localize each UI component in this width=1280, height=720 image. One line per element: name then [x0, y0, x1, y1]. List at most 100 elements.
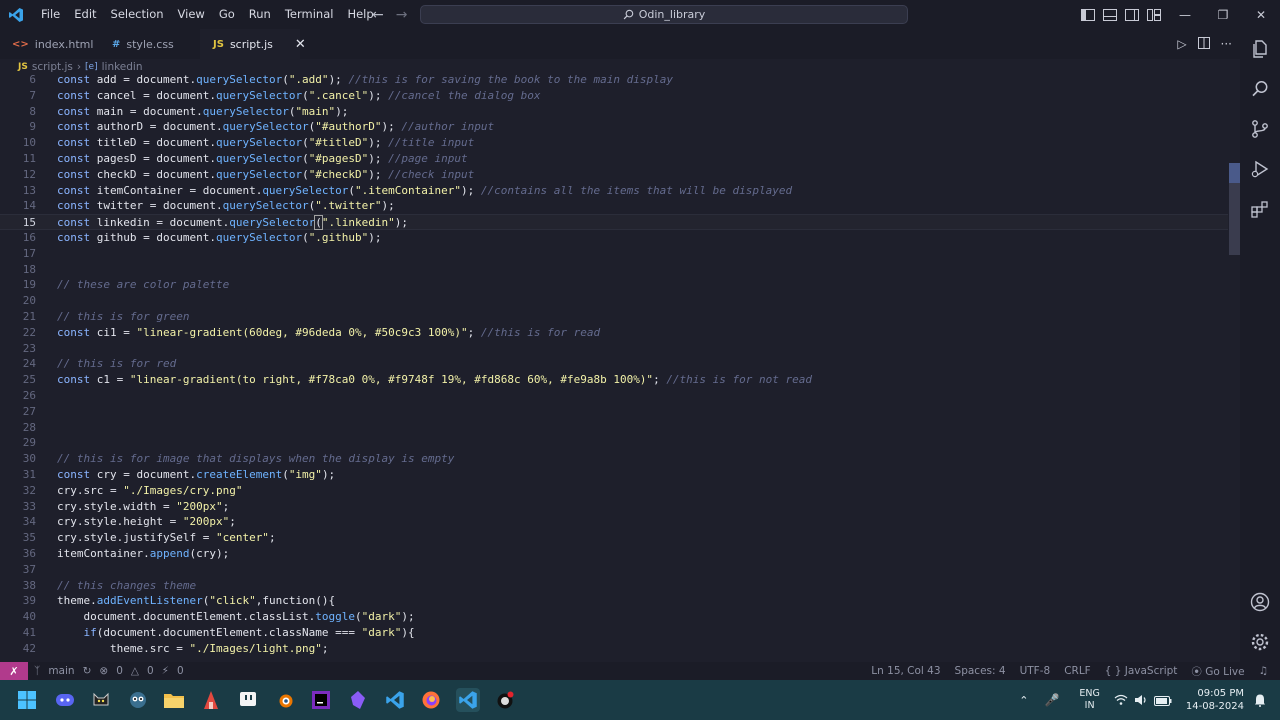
tab-script-js[interactable]: JS script.js ✕ [200, 29, 306, 59]
code-line[interactable]: 40 document.documentElement.classList.to… [0, 609, 1228, 625]
code-line[interactable]: 32 cry.src = "./Images/cry.png" [0, 483, 1228, 499]
settings-gear-icon[interactable] [1248, 630, 1272, 654]
explorer-icon[interactable] [1248, 37, 1272, 61]
toggle-panel-icon[interactable] [1102, 7, 1118, 23]
code-line[interactable]: 39 theme.addEventListener("click",functio… [0, 593, 1228, 609]
run-and-debug-icon[interactable] [1248, 157, 1272, 181]
code-line[interactable]: 14 const twitter = document.querySelector… [0, 198, 1228, 214]
menu-terminal[interactable]: Terminal [278, 0, 341, 29]
code-line[interactable]: 24 // this is for red [0, 356, 1228, 372]
command-center-search[interactable]: Odin_library [420, 5, 908, 24]
language-mode[interactable]: { } JavaScript [1105, 665, 1178, 677]
code-line[interactable]: 23 [0, 341, 1228, 357]
error-count[interactable]: 0 [116, 665, 123, 677]
code-line[interactable]: 6 const add = document.querySelector(".ad… [0, 73, 1228, 88]
menu-file[interactable]: File [34, 0, 67, 29]
code-editor[interactable]: 6 const add = document.querySelector(".ad… [0, 73, 1240, 662]
code-line[interactable]: 26 [0, 388, 1228, 404]
indentation[interactable]: Spaces: 4 [955, 665, 1006, 677]
discord-icon[interactable] [53, 688, 77, 712]
code-line[interactable]: 7 const cancel = document.querySelector("… [0, 88, 1228, 104]
code-line[interactable]: 15 const linkedin = document.querySelecto… [0, 214, 1228, 231]
code-line[interactable]: 8 const main = document.querySelector("ma… [0, 104, 1228, 120]
back-arrow-icon[interactable]: ← [372, 7, 384, 23]
code-line[interactable]: 17 [0, 246, 1228, 262]
obsidian-icon[interactable] [346, 688, 370, 712]
code-line[interactable]: 19 // these are color palette [0, 277, 1228, 293]
microphone-icon[interactable]: 🎤 [1044, 693, 1059, 707]
code-line[interactable]: 11 const pagesD = document.querySelector(… [0, 151, 1228, 167]
cursor-position[interactable]: Ln 15, Col 43 [871, 665, 940, 677]
windows-start-icon[interactable] [15, 688, 39, 712]
menu-selection[interactable]: Selection [104, 0, 171, 29]
more-actions-icon[interactable]: ··· [1221, 37, 1232, 51]
battery-icon[interactable] [1153, 691, 1172, 710]
clock[interactable]: 09:05 PM 14-08-2024 [1186, 687, 1244, 713]
wifi-icon[interactable] [1114, 691, 1128, 710]
encoding[interactable]: UTF-8 [1020, 665, 1051, 677]
branch-name[interactable]: main [48, 665, 74, 677]
tab-index-html[interactable]: <> index.html [0, 29, 96, 59]
chevron-up-icon[interactable]: ⌃ [1019, 694, 1028, 707]
code-line[interactable]: 31 const cry = document.createElement("im… [0, 467, 1228, 483]
search-icon[interactable] [1248, 77, 1272, 101]
code-line[interactable]: 41 if(document.documentElement.className… [0, 625, 1228, 641]
split-editor-icon[interactable] [1197, 36, 1210, 52]
code-line[interactable]: 21 // this is for green [0, 309, 1228, 325]
twitch-icon[interactable] [236, 688, 260, 712]
line-ending[interactable]: CRLF [1064, 665, 1091, 677]
firefox-icon[interactable] [419, 688, 443, 712]
vscode-taskbar-icon[interactable] [383, 688, 407, 712]
account-icon[interactable] [1248, 590, 1272, 614]
code-line[interactable]: 12 const checkD = document.querySelector(… [0, 167, 1228, 183]
code-line[interactable]: 28 [0, 420, 1228, 436]
code-line[interactable]: 27 [0, 404, 1228, 420]
tab-style-css[interactable]: # style.css [96, 29, 200, 59]
sync-icon[interactable]: ↻ [83, 665, 92, 677]
go-live-button[interactable]: ⦿ Go Live [1191, 664, 1244, 679]
code-line[interactable]: 34 cry.style.height = "200px"; [0, 514, 1228, 530]
run-icon[interactable]: ▷ [1177, 37, 1186, 51]
warning-count[interactable]: 0 [147, 665, 154, 677]
language-indicator[interactable]: ENG IN [1079, 688, 1099, 712]
jetbrains-icon[interactable] [309, 688, 333, 712]
code-line[interactable]: 9 const authorD = document.querySelector(… [0, 119, 1228, 135]
vscode-active-taskbar-icon[interactable] [456, 688, 480, 712]
breadcrumb-symbol[interactable]: linkedin [102, 61, 143, 73]
close-tab-icon[interactable]: ✕ [295, 37, 306, 52]
code-line[interactable]: 35 cry.style.justifySelf = "center"; [0, 530, 1228, 546]
code-line[interactable]: 33 cry.style.width = "200px"; [0, 499, 1228, 515]
customize-layout-icon[interactable] [1146, 7, 1162, 23]
menu-run[interactable]: Run [242, 0, 278, 29]
code-line[interactable]: 18 [0, 262, 1228, 278]
restore-icon[interactable]: ❐ [1204, 0, 1242, 29]
code-line[interactable]: 10 const titleD = document.querySelector(… [0, 135, 1228, 151]
remote-indicator-icon[interactable]: ✗ [0, 662, 28, 680]
code-line[interactable]: 30 // this is for image that displays whe… [0, 451, 1228, 467]
forward-arrow-icon[interactable]: → [396, 7, 408, 23]
code-line[interactable]: 13 const itemContainer = document.querySe… [0, 183, 1228, 199]
menu-go[interactable]: Go [212, 0, 242, 29]
menu-view[interactable]: View [171, 0, 212, 29]
github-desktop-icon[interactable] [493, 688, 517, 712]
code-line[interactable]: 38 // this changes theme [0, 578, 1228, 594]
notifications-bell-icon[interactable]: ♫ [1259, 665, 1268, 677]
code-line[interactable]: 25 const c1 = "linear-gradient(to right, … [0, 372, 1228, 388]
toggle-secondary-sidebar-icon[interactable] [1124, 7, 1140, 23]
breadcrumb-file[interactable]: script.js [32, 61, 73, 73]
code-line[interactable]: 36 itemContainer.append(cry); [0, 546, 1228, 562]
code-line[interactable]: 37 [0, 562, 1228, 578]
source-control-icon[interactable] [1248, 117, 1272, 141]
code-line[interactable]: 22 const ci1 = "linear-gradient(60deg, #9… [0, 325, 1228, 341]
extensions-icon[interactable] [1248, 197, 1272, 221]
menu-edit[interactable]: Edit [67, 0, 103, 29]
red-app-icon[interactable] [199, 688, 223, 712]
notification-bell-icon[interactable] [1254, 692, 1266, 711]
close-icon[interactable]: ✕ [1242, 0, 1280, 29]
ports-count[interactable]: 0 [177, 665, 184, 677]
minimize-icon[interactable]: — [1166, 0, 1204, 29]
code-line[interactable]: 16 const github = document.querySelector(… [0, 230, 1228, 246]
code-line[interactable]: 20 [0, 293, 1228, 309]
blender-icon[interactable] [273, 688, 297, 712]
owl-app-icon[interactable] [126, 688, 150, 712]
